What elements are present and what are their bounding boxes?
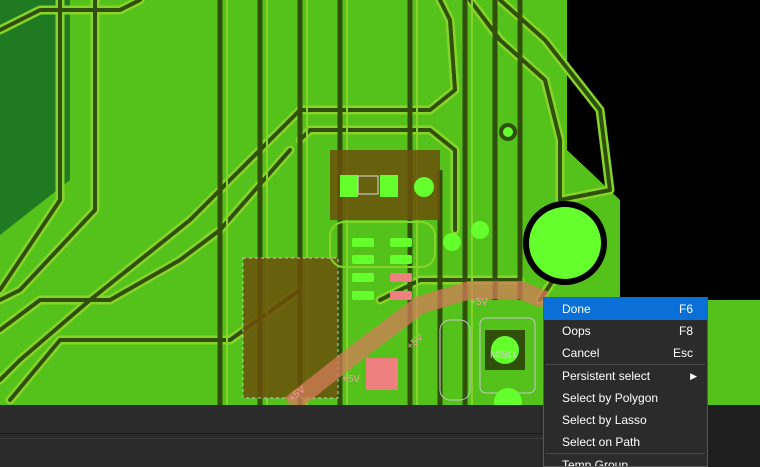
silk-label-5v-3: +5V <box>342 374 360 385</box>
menu-item-cancel[interactable]: Cancel Esc <box>544 342 707 364</box>
submenu-arrow-icon: ▶ <box>690 371 697 381</box>
shortcut-esc: Esc <box>672 346 693 360</box>
menu-item-done[interactable]: Done F6 <box>544 298 707 320</box>
silk-label-5v-1: +5V <box>470 297 488 308</box>
shortcut-f6: F6 <box>678 302 693 316</box>
menu-item-select-on-path[interactable]: Select on Path <box>544 431 707 453</box>
menu-item-select-by-polygon[interactable]: Select by Polygon <box>544 387 707 409</box>
menu-item-persistent-select[interactable]: Persistent select ▶ <box>544 365 707 387</box>
shortcut-f8: F8 <box>678 324 693 338</box>
context-menu: Done F6 Oops F8 Cancel Esc Persistent se… <box>543 297 708 467</box>
menu-item-oops[interactable]: Oops F8 <box>544 320 707 342</box>
pad-label-miso: MISO <box>490 350 516 361</box>
status-bar-right-pane <box>707 405 760 467</box>
menu-item-select-by-lasso[interactable]: Select by Lasso <box>544 409 707 431</box>
menu-item-temp-group[interactable]: Temp Group <box>544 454 707 466</box>
